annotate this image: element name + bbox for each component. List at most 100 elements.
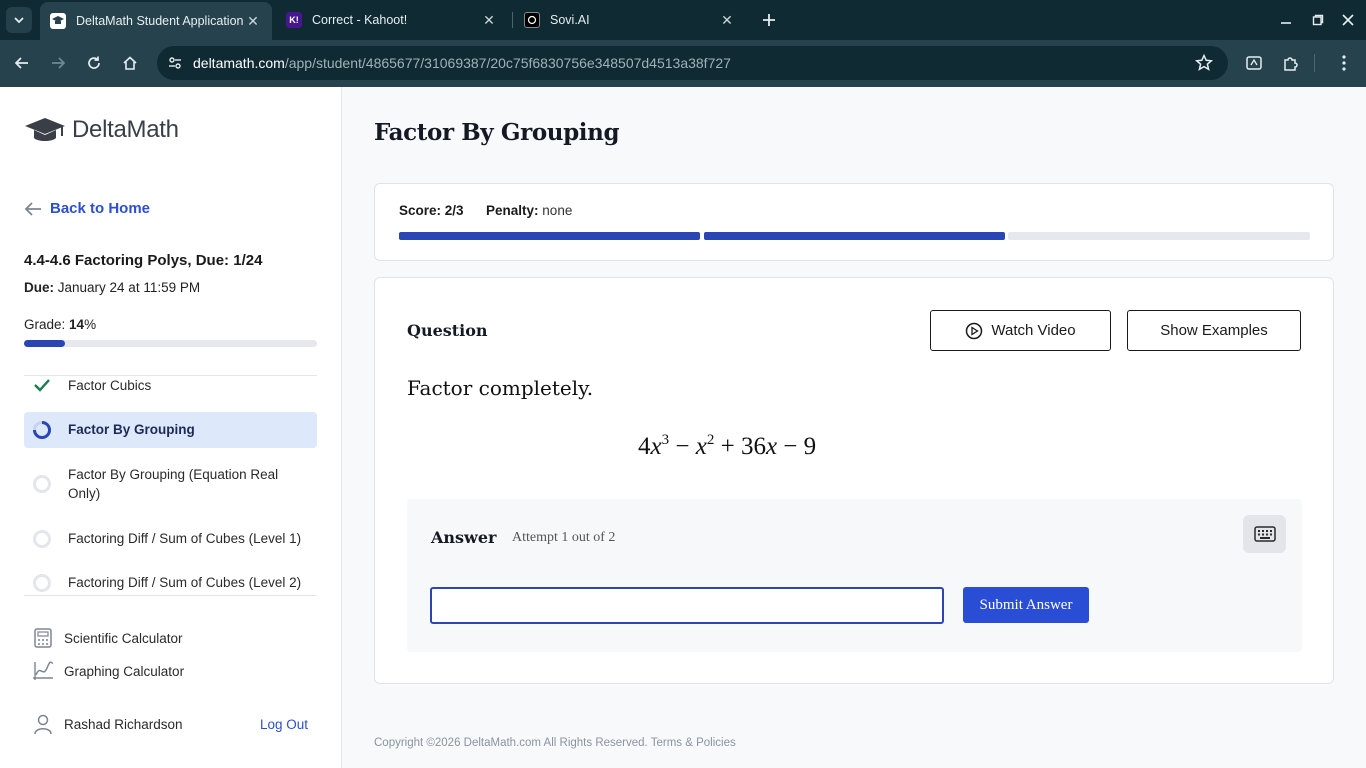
arrow-left-icon [14,57,28,69]
skill-item-factor-by-grouping-equation[interactable]: Factor By Grouping (Equation Real Only) [24,465,317,507]
coef: 36 [740,433,766,460]
watch-video-button[interactable]: Watch Video [930,310,1111,351]
progress-segment [1008,232,1310,240]
coef: 9 [803,433,817,460]
arrow-left-icon [24,201,41,216]
back-button[interactable] [10,51,34,75]
skill-label: Factoring Diff / Sum of Cubes (Level 1) [68,531,302,546]
coef: 4 [638,433,651,460]
grade-value: 14 [69,317,85,332]
progress-segment [399,232,700,240]
tool-label: Graphing Calculator [64,663,185,679]
skill-label: Factoring Diff / Sum of Cubes (Level 2) [68,575,302,590]
checkmark-icon [32,376,52,395]
variable: x [650,433,662,460]
variable: x [695,433,707,460]
puzzle-icon [1284,57,1298,71]
toolbar-divider [1314,54,1315,72]
show-examples-button[interactable]: Show Examples [1127,310,1301,351]
watch-video-label: Watch Video [991,322,1076,339]
url-host: deltamath.com [193,55,285,71]
due-date: Due: January 24 at 11:59 PM [24,280,200,295]
reading-mode-button[interactable] [1242,51,1266,75]
score-value: 2/3 [444,203,464,218]
back-link-label: Back to Home [50,200,151,217]
user-name: Rashad Richardson [64,716,183,732]
extensions-button[interactable] [1279,51,1303,75]
browser-menu-button[interactable] [1332,51,1356,75]
exponent: 2 [706,432,715,448]
grade-label: Grade: [24,317,66,332]
chevron-down-icon [14,17,24,24]
log-out-link[interactable]: Log Out [260,717,308,732]
empty-ring-icon [32,573,52,593]
more-vert-icon [1342,55,1346,71]
close-icon[interactable]: ✕ [244,12,262,30]
browser-toolbar: deltamath.com/app/student/4865677/310693… [0,40,1366,87]
logo-text: DeltaMath [72,116,179,143]
skill-item-diff-sum-cubes-2[interactable]: Factoring Diff / Sum of Cubes (Level 2) [24,573,317,595]
close-icon[interactable]: ✕ [480,11,498,29]
footer-copyright: Copyright ©2026 DeltaMath.com All Rights… [374,737,736,749]
operator: − [783,433,798,460]
calculator-icon [32,627,54,649]
arrow-right-icon [52,57,66,69]
reload-button[interactable] [82,51,106,75]
score-label: Score: [399,203,442,218]
answer-panel: Answer Attempt 1 out of 2 Submit Answer [407,499,1302,652]
tool-label: Scientific Calculator [64,630,183,646]
keyboard-icon [1253,526,1276,542]
answer-input[interactable] [430,587,944,624]
assignment-title: 4.4-4.6 Factoring Polys, Due: 1/24 [24,252,263,269]
skill-item-factor-cubics[interactable]: Factor Cubics [24,376,317,398]
due-value: January 24 at 11:59 PM [57,280,201,295]
minimize-button[interactable] [1274,8,1298,32]
progress-ring-icon [32,420,52,440]
bookmark-star-icon[interactable] [1194,53,1214,73]
tab-sovi[interactable]: Sovi.AI ✕ [514,0,746,40]
sovi-favicon-icon [524,12,540,28]
restore-button[interactable] [1306,8,1330,32]
tab-deltamath[interactable]: DeltaMath Student Application ✕ [40,2,272,40]
skill-list: Factor Cubics Factor By Grouping Factor … [24,375,317,596]
score-card: Score: 2/3 Penalty: none [374,183,1334,261]
empty-ring-icon [32,529,52,549]
home-button[interactable] [118,51,142,75]
exponent: 3 [661,432,670,448]
forward-button[interactable] [46,51,70,75]
sidebar: DeltaMath Back to Home 4.4-4.6 Factoring… [0,87,342,768]
plus-icon [763,14,775,26]
tab-kahoot[interactable]: K! Correct - Kahoot! ✕ [276,0,508,40]
empty-ring-icon [32,474,52,494]
user-profile[interactable]: Rashad Richardson [32,713,183,735]
scientific-calculator-link[interactable]: Scientific Calculator [32,627,183,649]
address-bar[interactable]: deltamath.com/app/student/4865677/310693… [157,46,1228,80]
grade: Grade: 14% [24,317,96,332]
reload-icon [88,56,100,69]
skill-item-factor-by-grouping[interactable]: Factor By Grouping [24,412,317,448]
polynomial-expression: 4x3 − x2 + 36x − 9 [638,432,816,461]
kahoot-favicon-icon: K! [286,12,302,28]
deltamath-logo[interactable]: DeltaMath [24,116,179,144]
question-heading: Question [407,321,488,340]
skill-item-diff-sum-cubes-1[interactable]: Factoring Diff / Sum of Cubes (Level 1) [24,529,317,551]
site-info-icon[interactable] [165,53,185,73]
operator: − [675,433,690,460]
math-keyboard-button[interactable] [1243,515,1286,553]
minimize-icon [1281,22,1291,24]
score: Score: 2/3 [399,203,464,218]
skill-label: Factor Cubics [68,378,152,393]
operator: + [720,433,735,460]
graphing-calculator-link[interactable]: Graphing Calculator [32,660,184,682]
new-tab-button[interactable] [757,8,781,32]
tab-separator [512,12,513,28]
close-icon[interactable]: ✕ [718,11,736,29]
grade-progress-fill [24,340,66,347]
tab-search-button[interactable] [6,7,32,33]
close-window-button[interactable] [1336,8,1360,32]
browser-tabstrip: DeltaMath Student Application ✕ K! Corre… [0,0,1366,40]
back-to-home-link[interactable]: Back to Home [24,200,150,217]
tab-title: Correct - Kahoot! [312,13,408,27]
submit-answer-button[interactable]: Submit Answer [963,587,1089,623]
url-path: /app/student/4865677/31069387/20c75f6830… [284,55,731,71]
